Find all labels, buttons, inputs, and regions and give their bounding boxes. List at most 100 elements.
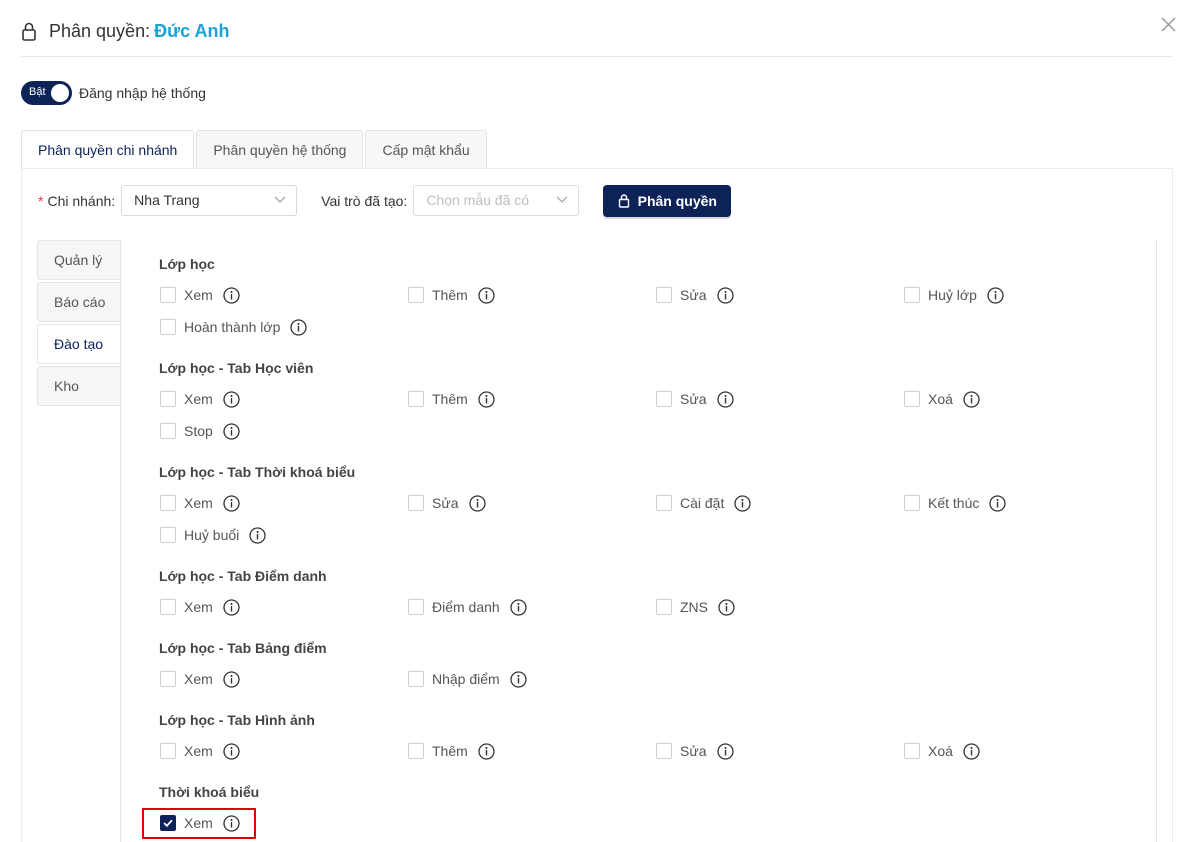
permission-label: Sửa: [680, 287, 707, 303]
modal-header: Phân quyền: Đức Anh: [21, 0, 1173, 57]
info-icon[interactable]: [716, 390, 734, 408]
permission-label: Huỷ lớp: [928, 287, 977, 303]
checkbox[interactable]: [904, 391, 920, 407]
checkbox[interactable]: [160, 599, 176, 615]
permission-checkbox-item[interactable]: Xoá: [904, 390, 980, 408]
sidebar-item-training[interactable]: Đào tạo: [37, 324, 121, 364]
sidebar-item-reports[interactable]: Báo cáo: [37, 282, 121, 322]
info-icon[interactable]: [223, 390, 240, 408]
login-toggle-label: Đăng nhập hệ thống: [79, 85, 206, 101]
permission-checkbox-item[interactable]: Xoá: [904, 742, 980, 760]
info-icon[interactable]: [734, 494, 752, 512]
info-icon[interactable]: [249, 526, 266, 544]
permission-checkbox-item[interactable]: Sửa: [408, 494, 486, 512]
checkbox[interactable]: [656, 287, 672, 303]
permission-checkbox-item[interactable]: Điểm danh: [408, 598, 527, 616]
checkbox[interactable]: [160, 671, 176, 687]
module-sidebar: Quản lý Báo cáo Đào tạo Kho: [37, 240, 121, 408]
info-icon[interactable]: [478, 742, 495, 760]
info-icon[interactable]: [989, 494, 1007, 512]
info-icon[interactable]: [478, 286, 495, 304]
checkbox[interactable]: [656, 391, 672, 407]
role-label: Vai trò đã tạo:: [321, 192, 408, 209]
permission-checkbox-item[interactable]: Thêm: [408, 286, 495, 304]
info-icon[interactable]: [223, 286, 240, 304]
role-select-placeholder: Chọn mẫu đã có: [426, 192, 530, 208]
permission-checkbox-item[interactable]: Stop: [160, 422, 240, 440]
info-icon[interactable]: [716, 742, 734, 760]
permission-checkbox-item[interactable]: ZNS: [656, 598, 735, 616]
checkbox[interactable]: [408, 287, 424, 303]
permission-checkbox-item[interactable]: Cài đặt: [656, 494, 752, 512]
permission-checkbox-item[interactable]: Nhập điểm: [408, 670, 527, 688]
permission-checkbox-item[interactable]: Thêm: [408, 742, 495, 760]
permission-label: Stop: [184, 423, 213, 439]
checkbox[interactable]: [656, 599, 672, 615]
info-icon[interactable]: [223, 422, 240, 440]
checkbox[interactable]: [160, 743, 176, 759]
info-icon[interactable]: [510, 598, 527, 616]
checkbox[interactable]: [160, 495, 176, 511]
close-icon[interactable]: [1159, 15, 1179, 35]
checkbox[interactable]: [656, 743, 672, 759]
permission-checkbox-item[interactable]: Xem: [160, 390, 240, 408]
checkbox[interactable]: [160, 391, 176, 407]
checkbox[interactable]: [904, 287, 920, 303]
sidebar-item-management[interactable]: Quản lý: [37, 240, 121, 280]
login-toggle-row: Bật Đăng nhập hệ thống: [21, 81, 206, 105]
checkbox[interactable]: [656, 495, 672, 511]
info-icon[interactable]: [223, 494, 240, 512]
checkbox[interactable]: [904, 495, 920, 511]
permission-checkbox-item[interactable]: Xem: [160, 286, 240, 304]
info-icon[interactable]: [716, 286, 734, 304]
info-icon[interactable]: [223, 742, 240, 760]
lock-icon: [22, 22, 36, 41]
checkbox[interactable]: [408, 743, 424, 759]
tab-branch-permissions[interactable]: Phân quyền chi nhánh: [21, 130, 195, 170]
permission-checkbox-item[interactable]: Hoàn thành lớp: [160, 318, 308, 336]
info-icon[interactable]: [223, 598, 240, 616]
permission-label: Thêm: [432, 743, 468, 759]
permission-checkbox-item[interactable]: Xem: [160, 598, 240, 616]
login-toggle[interactable]: Bật: [21, 81, 72, 105]
permission-checkbox-item[interactable]: Xem: [160, 742, 240, 760]
checkbox[interactable]: [160, 287, 176, 303]
checkbox[interactable]: [160, 423, 176, 439]
permission-checkbox-item[interactable]: Xem: [160, 494, 240, 512]
checkbox[interactable]: [904, 743, 920, 759]
info-icon[interactable]: [223, 670, 240, 688]
info-icon[interactable]: [987, 286, 1004, 304]
checkbox[interactable]: [408, 599, 424, 615]
permission-checkbox-item[interactable]: Sửa: [656, 742, 734, 760]
assign-permission-button[interactable]: Phân quyền: [603, 184, 732, 217]
checkbox[interactable]: [408, 671, 424, 687]
info-icon[interactable]: [468, 494, 486, 512]
info-icon[interactable]: [963, 742, 980, 760]
section-title: Lớp học - Tab Bảng điểm: [159, 640, 327, 656]
info-icon[interactable]: [290, 318, 308, 336]
permission-checkbox-item[interactable]: Kết thúc: [904, 494, 1007, 512]
info-icon[interactable]: [510, 670, 527, 688]
permission-checkbox-item[interactable]: Thêm: [408, 390, 495, 408]
permission-checkbox-item[interactable]: Sửa: [656, 286, 734, 304]
info-icon[interactable]: [718, 598, 735, 616]
permission-label: Xem: [184, 495, 213, 511]
tab-password[interactable]: Cấp mật khẩu: [365, 130, 487, 169]
section-title: Lớp học - Tab Điểm danh: [159, 568, 327, 584]
permission-label: Điểm danh: [432, 599, 500, 615]
info-icon[interactable]: [963, 390, 980, 408]
checkbox[interactable]: [408, 391, 424, 407]
checkbox[interactable]: [160, 319, 176, 335]
branch-select[interactable]: Nha Trang: [121, 185, 298, 216]
info-icon[interactable]: [478, 390, 495, 408]
tab-system-permissions[interactable]: Phân quyền hệ thống: [196, 130, 364, 169]
role-select[interactable]: Chọn mẫu đã có: [413, 185, 580, 216]
permission-checkbox-item[interactable]: Huỷ lớp: [904, 286, 1004, 304]
permission-checkbox-item[interactable]: Huỷ buổi: [160, 526, 266, 544]
permission-checkbox-item[interactable]: Sửa: [656, 390, 734, 408]
checkbox[interactable]: [408, 495, 424, 511]
permission-label: Xoá: [928, 391, 953, 407]
permission-checkbox-item[interactable]: Xem: [160, 670, 240, 688]
checkbox[interactable]: [160, 527, 176, 543]
sidebar-item-warehouse[interactable]: Kho: [37, 366, 121, 406]
